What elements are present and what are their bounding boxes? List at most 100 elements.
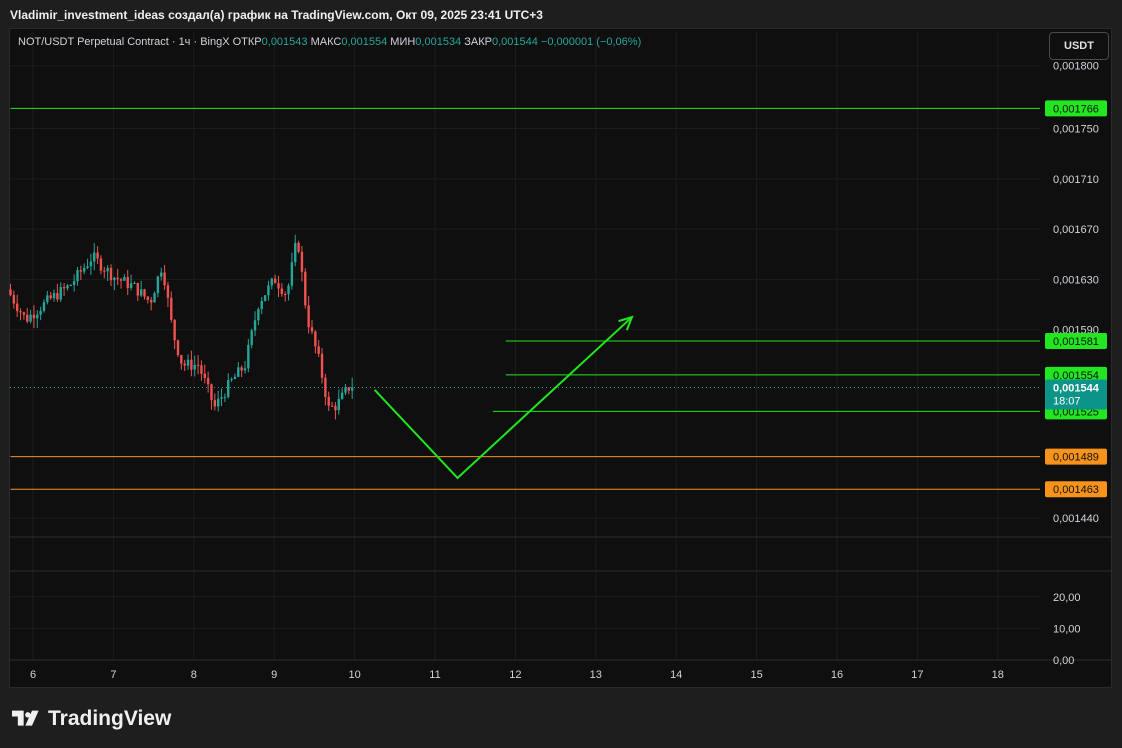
candle-body: [9, 289, 12, 295]
candle-body: [340, 392, 344, 399]
level-label-0,001489: 0,001489: [1053, 452, 1099, 464]
x-tick-label: 6: [30, 669, 36, 681]
y-tick-label: 0,001750: [1053, 124, 1099, 136]
candle-body: [160, 272, 163, 277]
candle-body: [257, 309, 260, 321]
chart-canvas[interactable]: 0,0018000,0017500,0017100,0016700,001630…: [0, 0, 1122, 748]
candle-body: [133, 282, 136, 284]
candle-body: [166, 285, 170, 298]
candle-body: [247, 344, 250, 369]
candle-body: [203, 373, 206, 378]
candle-body: [320, 353, 324, 378]
x-tick-label: 10: [348, 669, 360, 681]
candle-body: [250, 330, 253, 345]
current-price-label: 0,001544: [1053, 382, 1100, 394]
candle-body: [15, 303, 19, 312]
candle-body: [283, 293, 287, 295]
candle-body: [143, 289, 146, 297]
candle-body: [253, 320, 257, 331]
x-tick-label: 8: [191, 669, 197, 681]
candle-body: [26, 314, 29, 322]
candle-body: [136, 282, 139, 296]
footer-branding: TradingView: [12, 707, 171, 731]
candle-body: [66, 285, 69, 289]
candle-body: [230, 379, 233, 381]
candle-body: [109, 267, 113, 281]
candle-body: [317, 346, 320, 354]
candle-body: [243, 368, 247, 371]
candle-body: [290, 262, 294, 286]
x-tick-label: 9: [271, 669, 277, 681]
x-tick-label: 11: [429, 669, 440, 681]
level-label-0,001581: 0,001581: [1053, 336, 1099, 348]
y-tick-label: 0,001710: [1053, 174, 1099, 186]
candle-body: [76, 270, 79, 282]
candle-body: [89, 261, 93, 267]
volume-tick-label: 10,00: [1053, 623, 1081, 635]
level-label-0,001766: 0,001766: [1053, 103, 1099, 115]
legend-open-value: 0,001543: [261, 36, 308, 48]
candle-body: [149, 299, 153, 303]
candle-body: [277, 283, 280, 289]
candle-body: [280, 288, 284, 294]
legend-high-value: 0,001554: [341, 36, 388, 48]
candle-body: [324, 377, 327, 397]
candle-body: [334, 405, 337, 411]
volume-tick-label: 20,00: [1053, 592, 1081, 604]
candle-body: [183, 363, 186, 366]
x-tick-label: 18: [992, 669, 1004, 681]
candle-body: [103, 270, 106, 272]
candle-body: [310, 327, 314, 332]
level-label-0,001463: 0,001463: [1053, 484, 1099, 496]
tradingview-logo-icon: [12, 710, 39, 726]
x-tick-label: 16: [831, 669, 843, 681]
legend-open-label: ОТКР: [232, 36, 262, 48]
candle-body: [294, 242, 297, 263]
candle-body: [62, 287, 66, 289]
candle-body: [304, 271, 307, 306]
legend-low-label: МИН: [390, 36, 416, 48]
candle-body: [19, 311, 22, 313]
candle-body: [93, 252, 96, 262]
candle-body: [52, 293, 56, 299]
candle-body: [146, 296, 150, 300]
legend-close-value: 0,001544: [491, 36, 538, 48]
candle-body: [287, 285, 290, 295]
y-tick-label: 0,001670: [1053, 224, 1099, 236]
legend-close-label: ЗАКР: [464, 36, 492, 48]
candle-body: [32, 314, 36, 319]
candle-body: [213, 400, 217, 407]
candle-body: [196, 364, 200, 366]
candle-body: [22, 312, 26, 315]
legend-symbol: NOT/USDT Perpetual Contract · 1ч · BingX: [18, 36, 230, 48]
candle-body: [190, 359, 193, 370]
candle-body: [36, 314, 39, 319]
candle-body: [327, 396, 330, 406]
legend-change: −0,000001 (−0,06%): [540, 36, 642, 48]
candle-body: [237, 367, 240, 377]
candle-body: [139, 289, 143, 296]
currency-button[interactable]: USDT: [1049, 32, 1109, 60]
candle-body: [99, 258, 103, 271]
candle-body: [347, 387, 351, 391]
candle-body: [163, 272, 166, 286]
candle-body: [206, 377, 210, 385]
candle-body: [300, 251, 304, 272]
current-price-timer: 18:07: [1053, 395, 1081, 407]
x-tick-label: 13: [590, 669, 602, 681]
candle-body: [129, 283, 133, 289]
legend-low-value: 0,001534: [415, 36, 462, 48]
candle-body: [126, 277, 129, 289]
candle-body: [49, 295, 52, 299]
candle-body: [86, 266, 89, 268]
candle-body: [82, 267, 86, 272]
y-tick-label: 0,001440: [1053, 513, 1099, 525]
candle-body: [216, 398, 220, 407]
x-tick-label: 12: [509, 669, 521, 681]
volume-tick-label: 0,00: [1053, 655, 1074, 667]
symbol-legend: NOT/USDT Perpetual Contract · 1ч · BingX…: [18, 36, 641, 48]
y-tick-label: 0,001630: [1053, 274, 1099, 286]
candle-body: [96, 252, 99, 259]
candle-body: [330, 405, 334, 407]
candle-body: [240, 367, 243, 371]
